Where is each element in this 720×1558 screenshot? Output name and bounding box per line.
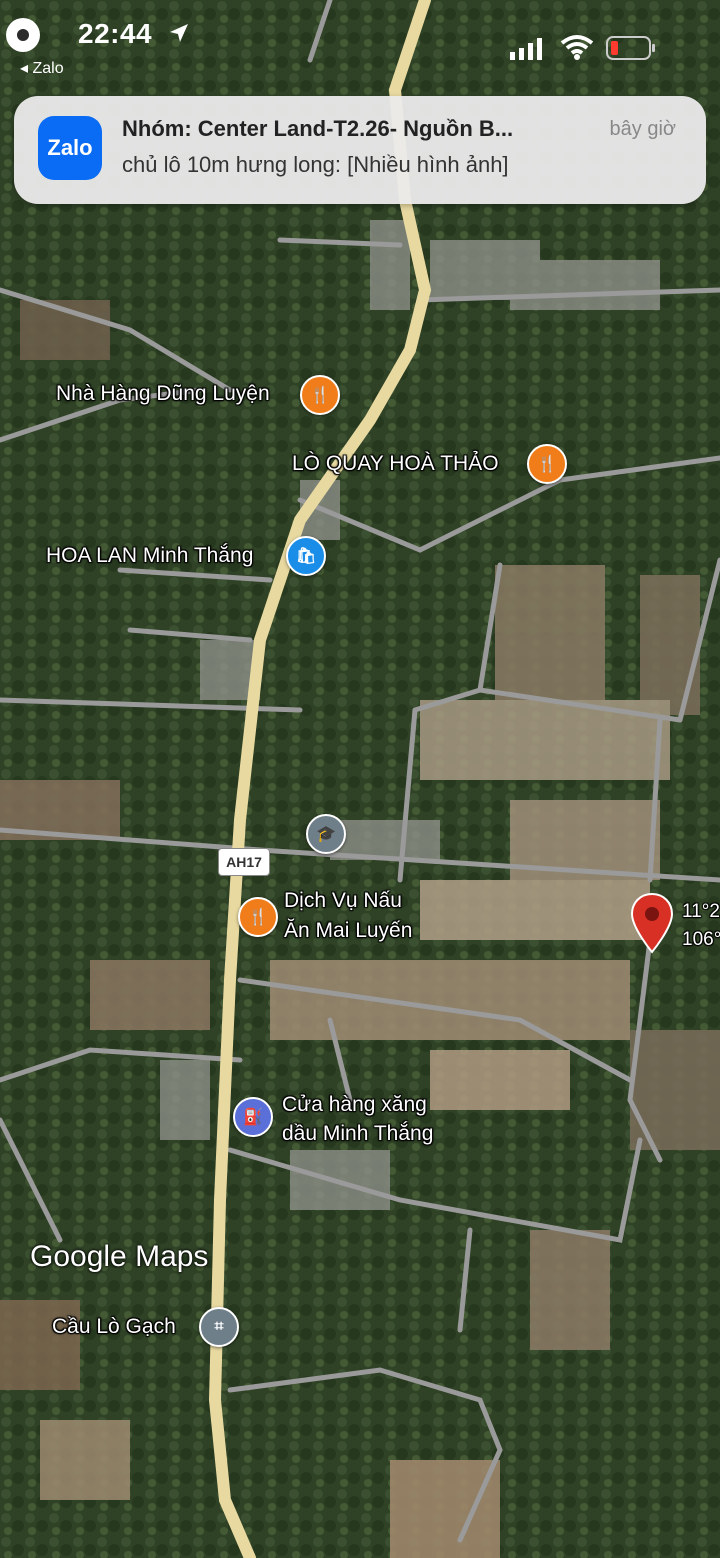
- pin-longitude: 106°: [682, 929, 720, 950]
- zalo-icon-text: Zalo: [43, 133, 97, 163]
- notification-time: bây giờ: [609, 118, 676, 140]
- place-label-cua-hang-xang-line2[interactable]: dầu Minh Thắng: [282, 1121, 433, 1147]
- bridge-icon[interactable]: ⌗: [199, 1307, 239, 1347]
- pin-coordinates: 11°2 106°: [682, 898, 720, 954]
- cellular-signal-icon: [510, 38, 542, 60]
- place-label-nha-hang-dung-luyen[interactable]: Nhà Hàng Dũng Luyện: [56, 381, 270, 407]
- notification-body: chủ lô 10m hưng long: [Nhiều hình ảnh]: [122, 152, 509, 177]
- place-label-dich-vu-nau-line2[interactable]: Ăn Mai Luyến: [284, 918, 412, 944]
- location-arrow-icon: [170, 24, 188, 42]
- notification-title: Nhóm: Center Land-T2.26- Nguồn B...: [122, 116, 514, 141]
- place-label-dich-vu-nau-line1[interactable]: Dịch Vụ Nấu: [284, 888, 402, 914]
- shopping-bag-icon[interactable]: 🛍: [286, 536, 326, 576]
- status-time: 22:44: [78, 18, 153, 49]
- google-maps-watermark: Google Maps: [30, 1240, 209, 1273]
- road-shield-ah17: AH17: [218, 848, 270, 876]
- restaurant-icon[interactable]: 🍴: [300, 375, 340, 415]
- place-label-hoa-lan-minh-thang[interactable]: HOA LAN Minh Thắng: [46, 543, 253, 569]
- place-label-cua-hang-xang-line1[interactable]: Cửa hàng xăng: [282, 1092, 427, 1118]
- back-to-app-link[interactable]: ◂ Zalo: [20, 58, 64, 78]
- notification-banner[interactable]: Zalo Nhóm: Center Land-T2.26- Nguồn B...…: [14, 96, 706, 204]
- place-label-lo-quay-hoa-thao[interactable]: LÒ QUAY HOÀ THẢO: [292, 451, 499, 477]
- restaurant-icon[interactable]: 🍴: [238, 897, 278, 937]
- pin-latitude: 11°2: [682, 901, 720, 922]
- place-label-cau-lo-gach[interactable]: Cầu Lò Gạch: [52, 1314, 176, 1340]
- wifi-icon: [560, 35, 594, 60]
- battery-low-icon: [606, 36, 655, 60]
- restaurant-icon[interactable]: 🍴: [527, 444, 567, 484]
- gas-station-icon[interactable]: ⛽: [233, 1097, 273, 1137]
- zalo-app-icon: Zalo: [38, 116, 102, 180]
- map-pin-icon[interactable]: [628, 892, 676, 956]
- location-services-icon: [6, 18, 40, 52]
- status-bar: 22:44 ◂ Zalo: [0, 0, 720, 80]
- school-icon[interactable]: 🎓: [306, 814, 346, 854]
